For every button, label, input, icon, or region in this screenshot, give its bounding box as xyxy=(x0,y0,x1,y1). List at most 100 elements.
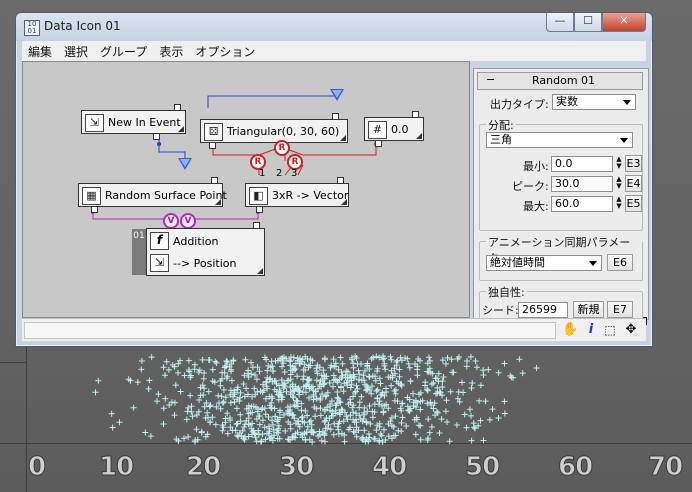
max-field[interactable]: 60.0 xyxy=(551,196,613,212)
port-index: 2 xyxy=(276,168,283,179)
hand-pan-icon[interactable]: ✋ xyxy=(562,322,578,338)
seed-field[interactable]: 26599 xyxy=(518,302,568,318)
rollout-header[interactable]: − Random 01 xyxy=(477,72,643,90)
peak-field[interactable]: 30.0 xyxy=(551,176,613,192)
minimize-icon[interactable]: — xyxy=(546,13,574,32)
position-output-icon: ⇲ xyxy=(150,254,169,272)
port-index: 3 xyxy=(291,168,298,179)
corner-handle xyxy=(178,126,184,132)
port[interactable] xyxy=(174,104,181,111)
port[interactable] xyxy=(91,206,98,213)
port[interactable] xyxy=(375,140,382,147)
chevron-down-icon xyxy=(620,138,628,143)
corner-handle xyxy=(341,199,347,205)
menu-select[interactable]: 選択 xyxy=(58,43,94,60)
random-r-node[interactable]: R xyxy=(274,140,290,156)
port[interactable] xyxy=(211,177,218,184)
wire-purple xyxy=(92,208,167,220)
node-label: 3xR -> Vector xyxy=(272,189,349,202)
menu-display[interactable]: 表示 xyxy=(153,43,189,60)
wire-junction xyxy=(157,142,161,146)
axis-tick-label: 10 xyxy=(98,452,134,483)
new-seed-button[interactable]: 新規 xyxy=(573,301,604,318)
output-triangle-icon[interactable] xyxy=(178,158,192,170)
close-icon[interactable]: ✕ xyxy=(602,13,646,32)
uniqueness-label: 独自性: xyxy=(486,284,527,300)
vector-v-node[interactable]: V xyxy=(163,213,179,229)
node-random-surface-point[interactable]: ▦ Random Surface Point xyxy=(78,177,227,213)
peak-label: ピーク: xyxy=(512,180,549,193)
status-bar: ✋ i ⬚ ✥ xyxy=(22,318,646,341)
distribution-select[interactable]: 三角 xyxy=(486,132,633,148)
corner-handle xyxy=(215,199,221,205)
max-e5-button[interactable]: E5 xyxy=(625,195,642,212)
spinner-arrows-icon[interactable]: ▲ ▼ xyxy=(615,196,623,212)
wire-red xyxy=(212,141,256,156)
port[interactable] xyxy=(153,133,160,140)
particle-view-window[interactable]: 10 01 Data Icon 01 — ☐ ✕ 編集 選択 グループ 表示 オプ… xyxy=(15,12,653,347)
rollout-title: Random 01 xyxy=(532,74,596,87)
maximize-icon[interactable]: ☐ xyxy=(574,13,602,32)
seed-e7-button[interactable]: E7 xyxy=(607,301,633,318)
node-vector[interactable]: ◧ 3xR -> Vector xyxy=(245,177,349,213)
info-icon[interactable]: i xyxy=(583,322,599,338)
distribution-label: 分配: xyxy=(486,117,516,133)
animation-sync-value: 絶対値時間 xyxy=(490,256,545,269)
spinner-arrows-icon[interactable]: ▲ ▼ xyxy=(615,176,623,192)
node-label: Addition xyxy=(173,235,219,248)
wire-purple xyxy=(193,208,259,220)
port[interactable] xyxy=(209,142,216,149)
sync-e6-button[interactable]: E6 xyxy=(607,254,633,271)
particle-flow-data-icon: 10 01 xyxy=(24,20,40,36)
min-e3-button[interactable]: E3 xyxy=(625,155,642,172)
node-label: New In Event xyxy=(108,116,181,129)
animation-sync-select[interactable]: 絶対値時間 xyxy=(486,255,602,271)
seed-label: シード: xyxy=(482,304,519,317)
corner-handle xyxy=(257,268,263,274)
axis-tick-label: 50 xyxy=(464,452,500,483)
output-type-select[interactable]: 実数 xyxy=(552,94,636,110)
port[interactable] xyxy=(253,222,260,229)
node-canvas[interactable]: ⇲ New In Event ⚄ Triangular(0, 30, 60) #… xyxy=(22,61,470,318)
node-label: Random Surface Point xyxy=(105,189,227,202)
port[interactable] xyxy=(337,177,344,184)
axis-tick-label: 40 xyxy=(371,452,407,483)
function-icon: f xyxy=(150,232,169,250)
node-float-value[interactable]: # 0.0 xyxy=(364,111,424,147)
peak-e4-button[interactable]: E4 xyxy=(625,175,642,192)
vector-v-node[interactable]: V xyxy=(180,213,196,229)
collapse-icon[interactable]: − xyxy=(486,73,495,86)
node-triangular[interactable]: ⚄ Triangular(0, 30, 60) xyxy=(200,113,348,149)
port[interactable] xyxy=(412,111,419,118)
max-label: 最大: xyxy=(523,200,549,213)
node-number: 01 xyxy=(132,229,146,275)
axis-tick-label: 30 xyxy=(278,452,314,483)
title-bar[interactable]: 10 01 Data Icon 01 — ☐ ✕ xyxy=(16,13,652,41)
navigate-icon[interactable]: ✥ xyxy=(623,322,639,338)
surface-icon: ▦ xyxy=(82,187,101,205)
node-addition[interactable]: 01 f Addition ⇲ --> Position xyxy=(132,222,265,276)
port[interactable] xyxy=(332,113,339,120)
menu-group[interactable]: グループ xyxy=(94,43,153,60)
uniqueness-group: 独自性: シード: 26599 新規 E7 xyxy=(479,284,643,320)
zoom-region-icon[interactable]: ⬚ xyxy=(602,322,618,338)
node-new-in-event[interactable]: ⇲ New In Event xyxy=(81,104,186,140)
menu-options[interactable]: オプション xyxy=(189,43,261,60)
vector-icon: ◧ xyxy=(249,187,268,205)
output-label: --> Position xyxy=(173,257,237,270)
corner-handle xyxy=(416,133,422,139)
axis-tick-label: 20 xyxy=(185,452,221,483)
port[interactable] xyxy=(256,206,263,213)
output-triangle-icon[interactable] xyxy=(330,89,344,101)
menu-edit[interactable]: 編集 xyxy=(22,43,58,60)
event-icon: ⇲ xyxy=(85,114,104,132)
output-type-label: 出力タイプ: xyxy=(490,98,549,111)
corner-handle xyxy=(340,135,346,141)
spinner-arrows-icon[interactable]: ▲ ▼ xyxy=(615,156,623,172)
chevron-down-icon xyxy=(589,261,597,266)
animation-sync-group: アニメーション同期パラメータ: 絶対値時間 E6 xyxy=(479,234,643,281)
output-type-value: 実数 xyxy=(556,95,578,108)
min-field[interactable]: 0.0 xyxy=(551,156,613,172)
node-label: 0.0 xyxy=(391,123,409,136)
distribution-group: 分配: 三角 最小: 0.0 ▲ ▼ E3 ピーク: 30.0 ▲ ▼ E4 最大:… xyxy=(479,117,643,231)
